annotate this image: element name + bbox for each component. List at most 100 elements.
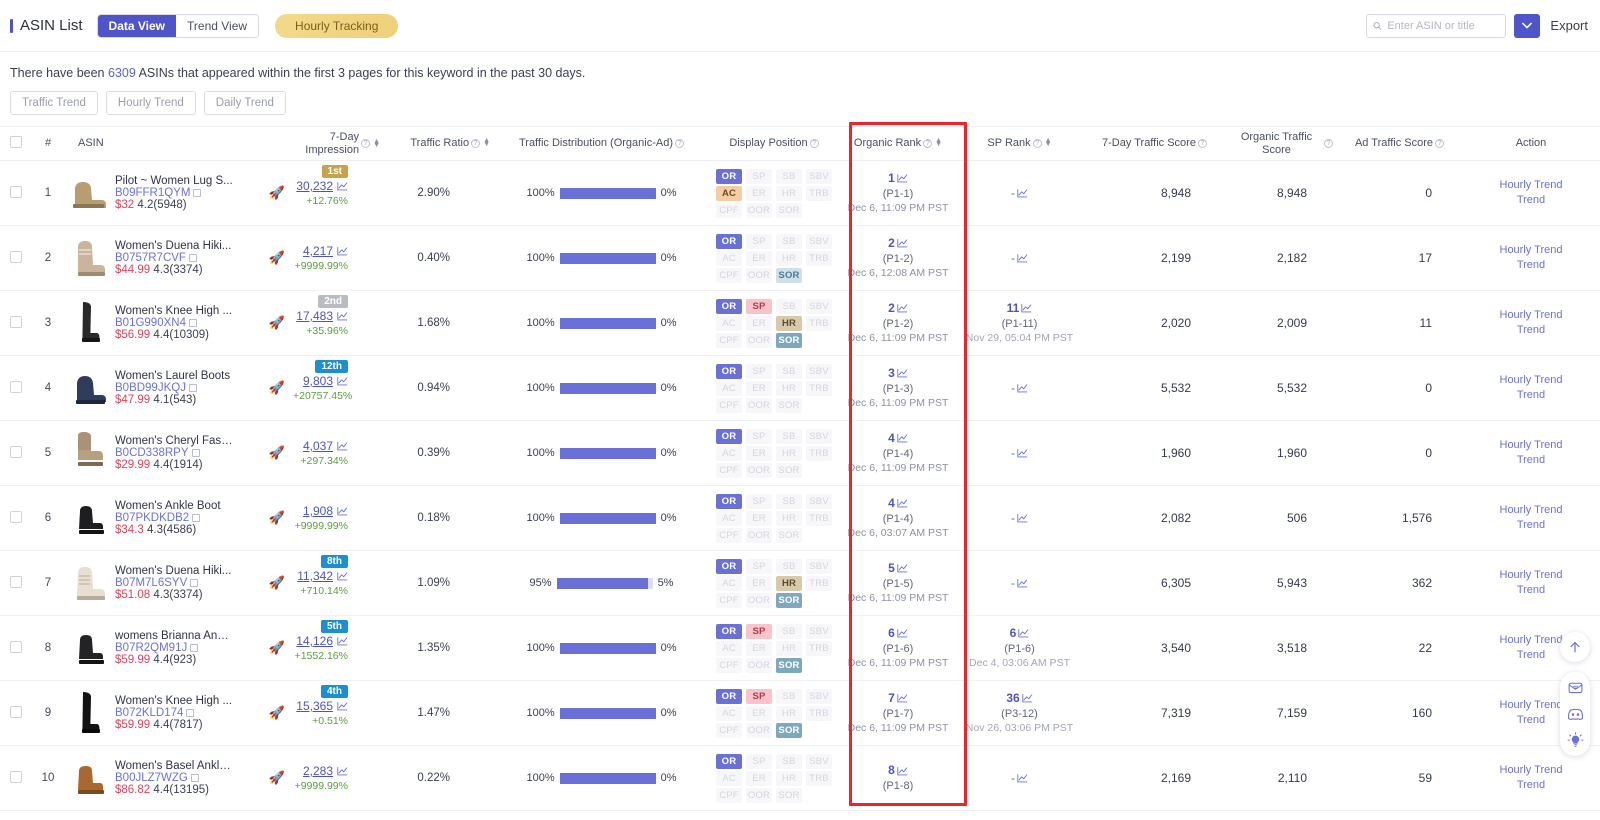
product-title[interactable]: Women's Laurel Boots [115, 370, 233, 382]
row-select-cell[interactable] [0, 355, 32, 421]
position-chip-er[interactable]: ER [746, 510, 772, 526]
action-trend-link[interactable]: Trend [1466, 778, 1596, 793]
rocket-icon[interactable]: 🚀 [269, 770, 285, 786]
info-icon[interactable]: ? [1324, 139, 1333, 148]
row-checkbox[interactable] [10, 315, 22, 328]
position-chip-sb[interactable]: SB [776, 753, 802, 769]
position-chip-sor[interactable]: SOR [776, 722, 802, 738]
position-chip-cpf[interactable]: CPF [716, 592, 742, 608]
position-chip-trb[interactable]: TRB [806, 705, 832, 721]
position-chip-cpf[interactable]: CPF [716, 332, 742, 348]
row-checkbox[interactable] [10, 445, 22, 458]
search-box[interactable] [1366, 13, 1507, 38]
position-chip-sp[interactable]: SP [746, 688, 772, 704]
position-chip-sbv[interactable]: SBV [806, 558, 832, 574]
copy-icon[interactable] [188, 384, 197, 392]
col-sp-rank[interactable]: SP Rank ? ▲ ▼ [957, 126, 1082, 161]
position-chip-trb[interactable]: TRB [806, 380, 832, 396]
position-chip-sbv[interactable]: SBV [806, 623, 832, 639]
hourly-trend-button[interactable]: Hourly Trend [105, 91, 196, 115]
organic-rank-value[interactable]: 8 [843, 762, 953, 778]
position-chip-hr[interactable]: HR [776, 380, 802, 396]
position-chip-hr[interactable]: HR [776, 445, 802, 461]
product-title[interactable]: Women's Ankle Boot [115, 500, 233, 512]
position-chip-sp[interactable]: SP [746, 493, 772, 509]
position-chip-cpf[interactable]: CPF [716, 527, 742, 543]
sp-rank-value[interactable]: - [961, 250, 1078, 266]
info-icon[interactable]: ? [923, 138, 933, 148]
position-chip-oor[interactable]: OOR [746, 332, 772, 348]
product-thumbnail[interactable] [68, 430, 108, 476]
scroll-to-top-button[interactable] [1560, 632, 1590, 662]
position-chip-er[interactable]: ER [746, 445, 772, 461]
position-chip-or[interactable]: OR [716, 428, 742, 444]
position-chip-oor[interactable]: OOR [746, 722, 772, 738]
position-chip-er[interactable]: ER [746, 640, 772, 656]
position-chip-hr[interactable]: HR [776, 575, 802, 591]
position-chip-sor[interactable]: SOR [776, 267, 802, 283]
position-chip-ac[interactable]: AC [716, 640, 742, 656]
impression-value[interactable]: 15,365 [296, 699, 333, 713]
copy-icon[interactable] [190, 774, 199, 782]
action-trend-link[interactable]: Trend [1466, 258, 1596, 273]
row-select-cell[interactable] [0, 485, 32, 551]
action-trend-link[interactable]: Trend [1466, 323, 1596, 338]
position-chip-cpf[interactable]: CPF [716, 657, 742, 673]
row-checkbox[interactable] [10, 185, 22, 198]
impression-value[interactable]: 9,803 [303, 374, 333, 388]
row-checkbox[interactable] [10, 770, 22, 783]
product-asin[interactable]: B01G990XN4 [115, 317, 262, 329]
traffic-trend-button[interactable]: Traffic Trend [10, 91, 98, 115]
sp-rank-value[interactable]: - [961, 380, 1078, 396]
row-select-cell[interactable] [0, 615, 32, 681]
copy-icon[interactable] [190, 579, 199, 587]
position-chip-trb[interactable]: TRB [806, 510, 832, 526]
discord-button[interactable] [1567, 707, 1584, 721]
position-chip-sor[interactable]: SOR [776, 202, 802, 218]
product-asin[interactable]: B07M7L6SYV [115, 577, 262, 589]
col-traffic-ratio[interactable]: Traffic Ratio ? ▲ ▼ [384, 126, 494, 161]
col-select-all[interactable] [0, 126, 32, 161]
impression-value[interactable]: 17,483 [296, 309, 333, 323]
position-chip-ac[interactable]: AC [716, 445, 742, 461]
impression-value[interactable]: 4,037 [303, 439, 333, 453]
impression-value[interactable]: 30,232 [296, 179, 333, 193]
sp-rank-value[interactable]: - [961, 445, 1078, 461]
position-chip-sbv[interactable]: SBV [806, 298, 832, 314]
position-chip-sb[interactable]: SB [776, 623, 802, 639]
organic-rank-value[interactable]: 2 [843, 300, 953, 316]
action-hourly-trend-link[interactable]: Hourly Trend [1466, 178, 1596, 193]
info-icon[interactable]: ? [1032, 138, 1042, 148]
product-asin[interactable]: B0757R7CVF [115, 252, 262, 264]
feedback-button[interactable] [1567, 679, 1584, 696]
position-chip-oor[interactable]: OOR [746, 787, 772, 803]
sort-icon[interactable]: ▲ ▼ [373, 138, 380, 149]
organic-rank-value[interactable]: 4 [843, 495, 953, 511]
position-chip-trb[interactable]: TRB [806, 250, 832, 266]
position-chip-sb[interactable]: SB [776, 363, 802, 379]
row-checkbox[interactable] [10, 705, 22, 718]
hourly-tracking-pill[interactable]: Hourly Tracking [275, 13, 399, 38]
rocket-icon[interactable]: 🚀 [269, 640, 285, 656]
product-title[interactable]: Women's Cheryl Fash... [115, 435, 233, 447]
table-row[interactable]: 5 Women's Cheryl Fash... B0CD338RPY $29.99 … [0, 420, 1600, 486]
position-chip-sb[interactable]: SB [776, 558, 802, 574]
position-chip-oor[interactable]: OOR [746, 657, 772, 673]
position-chip-sbv[interactable]: SBV [806, 688, 832, 704]
position-chip-sb[interactable]: SB [776, 298, 802, 314]
product-thumbnail[interactable] [68, 300, 108, 346]
view-mode-segmented-control[interactable]: Data View Trend View [96, 13, 260, 38]
select-all-checkbox[interactable] [10, 135, 22, 148]
position-chip-ac[interactable]: AC [716, 315, 742, 331]
position-chip-er[interactable]: ER [746, 185, 772, 201]
position-chip-sb[interactable]: SB [776, 493, 802, 509]
table-row[interactable]: 3 Women's Knee High ... B01G990XN4 $56.99 4… [0, 290, 1600, 356]
info-icon[interactable]: ? [361, 139, 371, 148]
product-thumbnail[interactable] [68, 755, 108, 801]
impression-value[interactable]: 1,908 [303, 504, 333, 518]
row-select-cell[interactable] [0, 680, 32, 746]
tab-data-view[interactable]: Data View [97, 14, 177, 37]
position-chip-sp[interactable]: SP [746, 428, 772, 444]
position-chip-sb[interactable]: SB [776, 233, 802, 249]
table-row[interactable]: 4 Women's Laurel Boots B0BD99JKQJ $47.99 4.… [0, 355, 1600, 421]
